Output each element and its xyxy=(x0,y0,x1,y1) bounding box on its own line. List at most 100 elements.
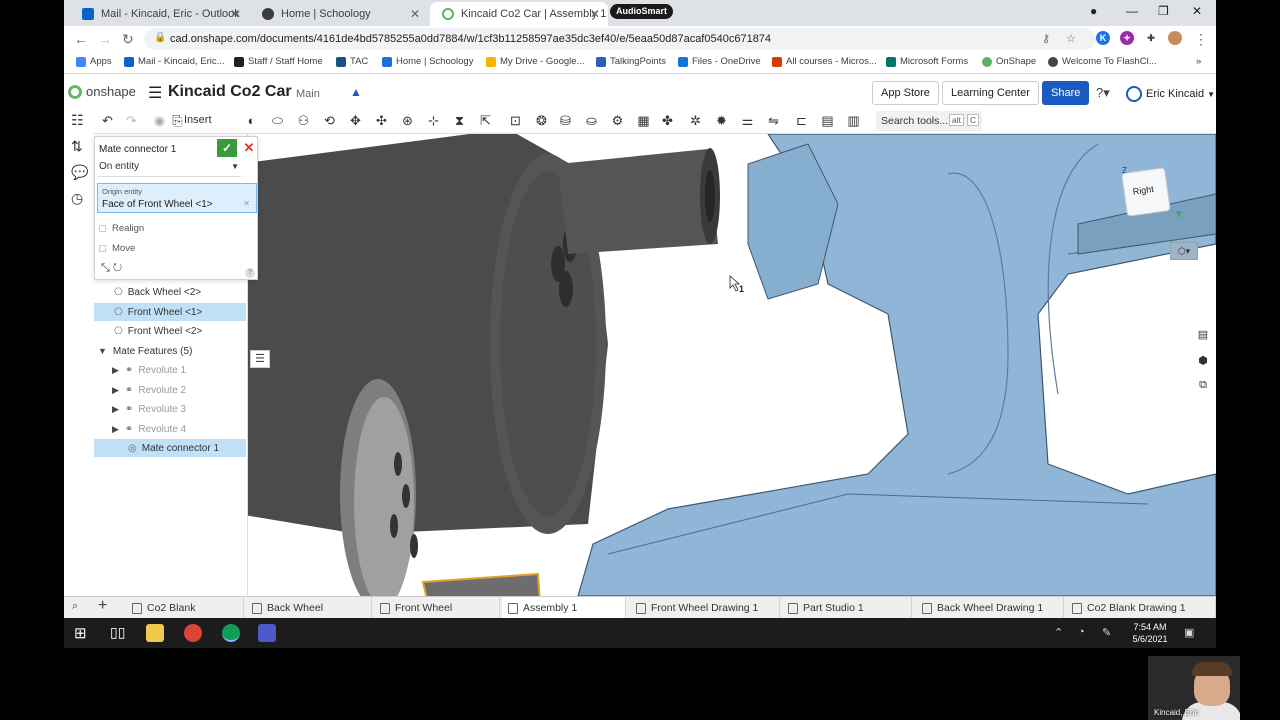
tab-front-wheel[interactable]: Front Wheel xyxy=(374,597,500,619)
replicate-icon[interactable]: ⬭ xyxy=(270,113,285,128)
minimize-icon[interactable]: — xyxy=(1126,4,1138,18)
tab-part-studio-1[interactable]: Part Studio 1 xyxy=(782,597,912,619)
network-icon[interactable]: ◔ xyxy=(1078,626,1085,638)
bookmark-onedrive[interactable]: Files - OneDrive xyxy=(678,56,761,67)
insert-button[interactable]: Insert xyxy=(184,114,212,126)
revolute-mate-icon[interactable]: ⟲ xyxy=(322,113,337,128)
history-icon[interactable]: ◷ xyxy=(71,190,83,207)
bookmark-talkingpoints[interactable]: TalkingPoints xyxy=(596,56,666,67)
chrome-icon[interactable] xyxy=(184,624,202,642)
section-view-icon[interactable]: ▤ xyxy=(820,113,835,128)
measure-icon[interactable]: ⊏ xyxy=(794,113,809,128)
tree-group-mate-features[interactable]: ▼ Mate Features (5) xyxy=(94,342,246,360)
windows-start-icon[interactable]: ⊞ xyxy=(74,624,92,642)
tab-search-icon[interactable]: ⌕ xyxy=(72,600,78,613)
bookmark-tac[interactable]: TAC xyxy=(336,56,368,67)
instances-icon[interactable]: ⇅ xyxy=(71,138,83,155)
add-tab-icon[interactable]: + xyxy=(98,597,107,615)
bookmarks-overflow-icon[interactable]: » xyxy=(1196,56,1201,67)
bookmark-flashcl[interactable]: Welcome To FlashCl... xyxy=(1048,56,1157,67)
bookmark-star-icon[interactable]: ☆ xyxy=(1066,32,1076,45)
screw-icon[interactable]: ⇋ xyxy=(766,113,781,128)
close-icon[interactable]: ✕ xyxy=(590,7,600,21)
help-icon[interactable]: ?▾ xyxy=(1096,85,1110,101)
undo-icon[interactable]: ↶ xyxy=(100,113,115,128)
fastened-mate-icon[interactable]: ⚇ xyxy=(296,113,311,128)
model-render[interactable]: 1 xyxy=(248,134,1216,596)
mate-connector-type-select[interactable]: On entity ▼ xyxy=(97,161,241,177)
pen-icon[interactable]: ✎ xyxy=(1102,626,1111,639)
maximize-icon[interactable]: ❐ xyxy=(1158,4,1169,18)
file-explorer-icon[interactable] xyxy=(146,624,164,642)
origin-entity-field[interactable]: Origin entity Face of Front Wheel <1> ✕ xyxy=(97,183,257,213)
linear-pattern-icon[interactable]: ▦ xyxy=(636,113,651,128)
window-close-icon[interactable]: ✕ xyxy=(1192,4,1202,18)
key-icon[interactable]: ⚷ xyxy=(1042,32,1050,45)
audiosmart-extension[interactable]: AudioSmart xyxy=(610,4,674,19)
pin-slot-mate-icon[interactable]: ⊹ xyxy=(426,113,441,128)
user-menu[interactable]: Eric Kincaid ▼ xyxy=(1126,86,1215,102)
branch-name[interactable]: Main xyxy=(296,88,320,100)
tab-co2-blank[interactable]: Co2 Blank xyxy=(126,597,244,619)
view-options-dropdown[interactable]: ⬡▾ xyxy=(1170,242,1198,260)
accept-checkmark-icon[interactable]: ✓ xyxy=(217,139,237,157)
graphics-viewport[interactable]: 1 xyxy=(248,134,1216,596)
bookmark-mail[interactable]: Mail - Kincaid, Eric... xyxy=(124,56,225,67)
group-icon[interactable]: ⛁ xyxy=(558,113,573,128)
ball-mate-icon[interactable]: ⧗ xyxy=(452,113,467,128)
bookmark-apps[interactable]: Apps xyxy=(76,56,112,67)
tab-back-wheel-drawing-1[interactable]: Back Wheel Drawing 1 xyxy=(916,597,1064,619)
rack-icon[interactable]: ⚌ xyxy=(740,113,755,128)
notifications-icon[interactable]: ▣ xyxy=(1184,626,1194,639)
search-tools-input[interactable]: Search tools... alt C xyxy=(876,111,982,131)
named-views-icon[interactable]: ▥ xyxy=(846,113,861,128)
tab-outlook[interactable]: Mail - Kincaid, Eric - Outlook ✕ xyxy=(70,2,248,26)
back-arrow-icon[interactable]: ← xyxy=(74,31,88,47)
close-icon[interactable]: ✕ xyxy=(230,7,240,21)
bookmark-staff[interactable]: Staff / Staff Home xyxy=(234,56,323,67)
move-checkbox[interactable]: Move xyxy=(99,243,135,254)
task-view-icon[interactable]: ▯▯ xyxy=(110,624,128,642)
profile-menu-icon[interactable]: ● xyxy=(1090,4,1097,18)
document-title[interactable]: Kincaid Co2 Car xyxy=(168,83,292,101)
realign-checkbox[interactable]: Realign xyxy=(99,223,144,234)
tree-item-revolute-1[interactable]: ▶ ⚭ Revolute 1 xyxy=(94,361,246,379)
teams-icon[interactable] xyxy=(258,624,276,642)
regenerate-icon[interactable]: ◉ xyxy=(152,113,167,128)
share-button[interactable]: Share xyxy=(1042,81,1090,105)
tab-assembly-1[interactable]: Assembly 1 xyxy=(502,597,626,619)
learning-center-button[interactable]: Learning Center xyxy=(942,81,1039,105)
circular-pattern-icon[interactable]: ✤ xyxy=(660,113,675,128)
tree-item-revolute-4[interactable]: ▶ ⚭ Revolute 4 xyxy=(94,420,246,438)
extensions-icon[interactable]: ✚ xyxy=(1144,31,1158,45)
forward-arrow-icon[interactable]: → xyxy=(98,31,112,47)
gear-relation-icon[interactable]: ⚙ xyxy=(610,113,625,128)
cancel-icon[interactable]: ✕ xyxy=(241,139,257,157)
app-store-button[interactable]: App Store xyxy=(872,81,939,105)
relation-icon[interactable]: ⛀ xyxy=(584,113,599,128)
list-toggle-icon[interactable]: ☰ xyxy=(250,350,270,368)
close-icon[interactable]: ✕ xyxy=(410,7,420,21)
bookmark-drive[interactable]: My Drive - Google... xyxy=(486,56,584,67)
chrome-active-icon[interactable] xyxy=(222,624,240,642)
slider-mate-icon[interactable]: ✥ xyxy=(348,113,363,128)
planar-mate-icon[interactable]: ✣ xyxy=(374,113,389,128)
instance-icon[interactable]: ◐ xyxy=(244,113,259,128)
comments-icon[interactable]: 💬 xyxy=(71,164,88,181)
properties-panel-icon[interactable]: ▤ xyxy=(1194,326,1212,344)
tab-co2-blank-drawing-1[interactable]: Co2 Blank Drawing 1 xyxy=(1066,597,1216,619)
parallel-mate-icon[interactable]: ⇱ xyxy=(478,113,493,128)
profile-avatar-icon[interactable] xyxy=(1168,31,1182,45)
explode-icon[interactable]: ✲ xyxy=(688,113,703,128)
bookmark-courses[interactable]: All courses - Micros... xyxy=(772,56,877,67)
extension-k-icon[interactable]: K xyxy=(1096,31,1110,45)
feature-list-icon[interactable]: ☷ xyxy=(71,112,84,129)
tab-back-wheel[interactable]: Back Wheel xyxy=(246,597,372,619)
tree-item-front-wheel-1[interactable]: ⎔ Front Wheel <1> xyxy=(94,303,246,321)
redo-icon[interactable]: ↷ xyxy=(124,113,139,128)
chrome-menu-icon[interactable]: ⋮ xyxy=(1194,31,1208,48)
bookmark-onshape[interactable]: OnShape xyxy=(982,56,1036,67)
tangent-mate-icon[interactable]: ⊡ xyxy=(508,113,523,128)
tree-item-revolute-3[interactable]: ▶ ⚭ Revolute 3 xyxy=(94,400,246,418)
tab-onshape[interactable]: Kincaid Co2 Car | Assembly 1 ✕ xyxy=(430,2,608,26)
